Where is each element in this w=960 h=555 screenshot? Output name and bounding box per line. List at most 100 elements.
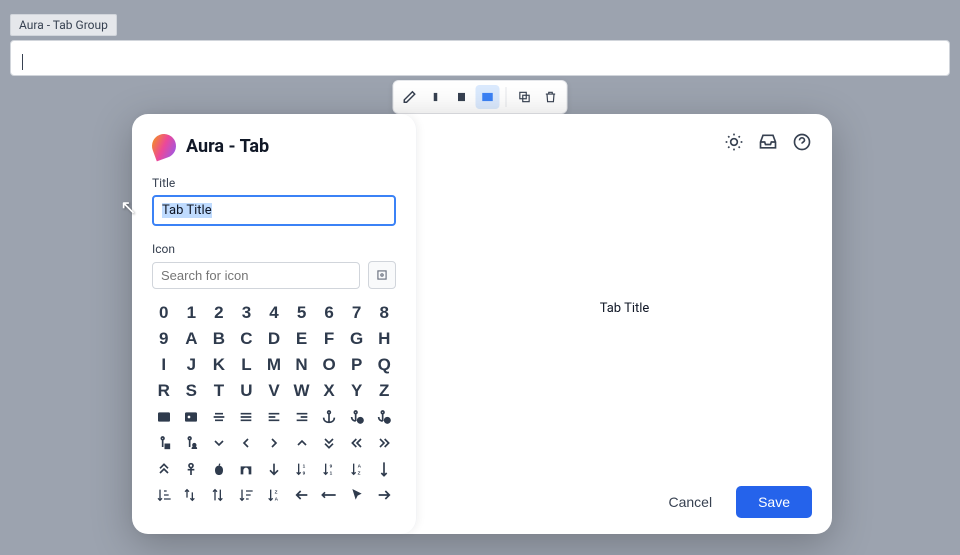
align-justify-icon[interactable] <box>235 405 259 429</box>
svg-text:9: 9 <box>330 464 333 469</box>
copy-button[interactable] <box>513 85 537 109</box>
edit-button[interactable] <box>398 85 422 109</box>
arrow-down-long-icon[interactable] <box>372 457 396 481</box>
contact-card-icon[interactable] <box>152 405 176 429</box>
icon-option[interactable]: N <box>290 353 314 377</box>
arrows-up-down-lock-icon[interactable] <box>180 483 204 507</box>
icon-option[interactable]: Z <box>372 379 396 403</box>
icon-option[interactable]: 2 <box>207 301 231 325</box>
anchor-icon[interactable] <box>317 405 341 429</box>
icon-option[interactable]: A <box>180 327 204 351</box>
title-field-label: Title <box>152 176 396 190</box>
svg-text:A: A <box>357 464 361 469</box>
chevrons-down-icon[interactable] <box>317 431 341 455</box>
icon-option[interactable]: D <box>262 327 286 351</box>
icon-option[interactable]: T <box>207 379 231 403</box>
icon-option[interactable]: 3 <box>235 301 259 325</box>
icon-option[interactable]: W <box>290 379 314 403</box>
arrow-left-long-icon[interactable] <box>317 483 341 507</box>
icon-option[interactable]: V <box>262 379 286 403</box>
icon-grid: 0 1 2 3 4 5 6 7 8 9 A B C D E F G H I J <box>152 301 396 507</box>
icon-option[interactable]: Q <box>372 353 396 377</box>
sort-wide-short-icon[interactable] <box>235 483 259 507</box>
chevron-right-icon[interactable] <box>262 431 286 455</box>
icon-option[interactable]: J <box>180 353 204 377</box>
layout-narrow-button[interactable] <box>424 85 448 109</box>
icon-option[interactable]: 5 <box>290 301 314 325</box>
svg-text:A: A <box>275 496 279 501</box>
align-center-icon[interactable] <box>207 405 231 429</box>
icon-option[interactable]: M <box>262 353 286 377</box>
aura-logo-icon <box>149 131 180 162</box>
icon-option[interactable]: B <box>207 327 231 351</box>
sun-icon[interactable] <box>724 132 744 152</box>
layout-medium-button[interactable] <box>450 85 474 109</box>
chevron-down-icon[interactable] <box>207 431 231 455</box>
icon-option[interactable]: O <box>317 353 341 377</box>
anchor-lock-icon[interactable] <box>152 431 176 455</box>
icon-option[interactable]: 8 <box>372 301 396 325</box>
icon-option[interactable]: S <box>180 379 204 403</box>
align-right-icon[interactable] <box>290 405 314 429</box>
cancel-button[interactable]: Cancel <box>656 486 724 518</box>
anchor-x-icon[interactable] <box>372 405 396 429</box>
inbox-icon[interactable] <box>758 132 778 152</box>
preview-area: Tab Title <box>437 130 812 486</box>
arrows-up-down-icon[interactable] <box>207 483 231 507</box>
title-input[interactable]: Tab Title <box>152 195 396 226</box>
anchor-check-icon[interactable] <box>345 405 369 429</box>
icon-option[interactable]: I <box>152 353 176 377</box>
layout-full-button[interactable] <box>476 85 500 109</box>
icon-option[interactable]: F <box>317 327 341 351</box>
save-button[interactable]: Save <box>736 486 812 518</box>
icon-option[interactable]: U <box>235 379 259 403</box>
archway-icon[interactable] <box>235 457 259 481</box>
sort-91-icon[interactable]: 91 <box>317 457 341 481</box>
modal-title: Aura - Tab <box>186 136 269 157</box>
modal-footer: Cancel Save <box>437 486 812 518</box>
chevrons-right-icon[interactable] <box>372 431 396 455</box>
icon-option[interactable]: P <box>345 353 369 377</box>
icon-option[interactable]: 1 <box>180 301 204 325</box>
icon-option[interactable]: 0 <box>152 301 176 325</box>
icon-search-input[interactable] <box>152 262 360 289</box>
align-left-icon[interactable] <box>262 405 286 429</box>
tab-group-input[interactable] <box>10 40 950 76</box>
chevrons-left-icon[interactable] <box>345 431 369 455</box>
ankh-icon[interactable] <box>180 457 204 481</box>
delete-button[interactable] <box>539 85 563 109</box>
arrow-left-icon[interactable] <box>290 483 314 507</box>
toolbar-separator <box>506 87 507 107</box>
icon-option[interactable]: Y <box>345 379 369 403</box>
sort-za-icon[interactable]: ZA <box>262 483 286 507</box>
svg-text:1: 1 <box>330 470 333 475</box>
icon-option[interactable]: 4 <box>262 301 286 325</box>
upload-icon-button[interactable] <box>368 261 396 289</box>
icon-option[interactable]: 7 <box>345 301 369 325</box>
modal-header: Aura - Tab <box>152 134 396 158</box>
svg-text:Z: Z <box>275 490 278 495</box>
icon-option[interactable]: K <box>207 353 231 377</box>
arrow-down-icon[interactable] <box>262 457 286 481</box>
icon-option[interactable]: R <box>152 379 176 403</box>
chevron-left-icon[interactable] <box>235 431 259 455</box>
help-icon[interactable] <box>792 132 812 152</box>
icon-option[interactable]: L <box>235 353 259 377</box>
icon-option[interactable]: E <box>290 327 314 351</box>
icon-option[interactable]: C <box>235 327 259 351</box>
cursor-icon[interactable] <box>345 483 369 507</box>
apple-icon[interactable] <box>207 457 231 481</box>
icon-option[interactable]: 9 <box>152 327 176 351</box>
anchor-user-icon[interactable] <box>180 431 204 455</box>
chevron-up-icon[interactable] <box>290 431 314 455</box>
sort-az-icon[interactable]: AZ <box>345 457 369 481</box>
icon-option[interactable]: 6 <box>317 301 341 325</box>
icon-option[interactable]: X <box>317 379 341 403</box>
icon-option[interactable]: G <box>345 327 369 351</box>
icon-option[interactable]: H <box>372 327 396 351</box>
chevrons-up-icon[interactable] <box>152 457 176 481</box>
id-badge-icon[interactable] <box>180 405 204 429</box>
arrow-right-icon[interactable] <box>372 483 396 507</box>
sort-short-wide-icon[interactable] <box>152 483 176 507</box>
sort-19-icon[interactable]: 19 <box>290 457 314 481</box>
